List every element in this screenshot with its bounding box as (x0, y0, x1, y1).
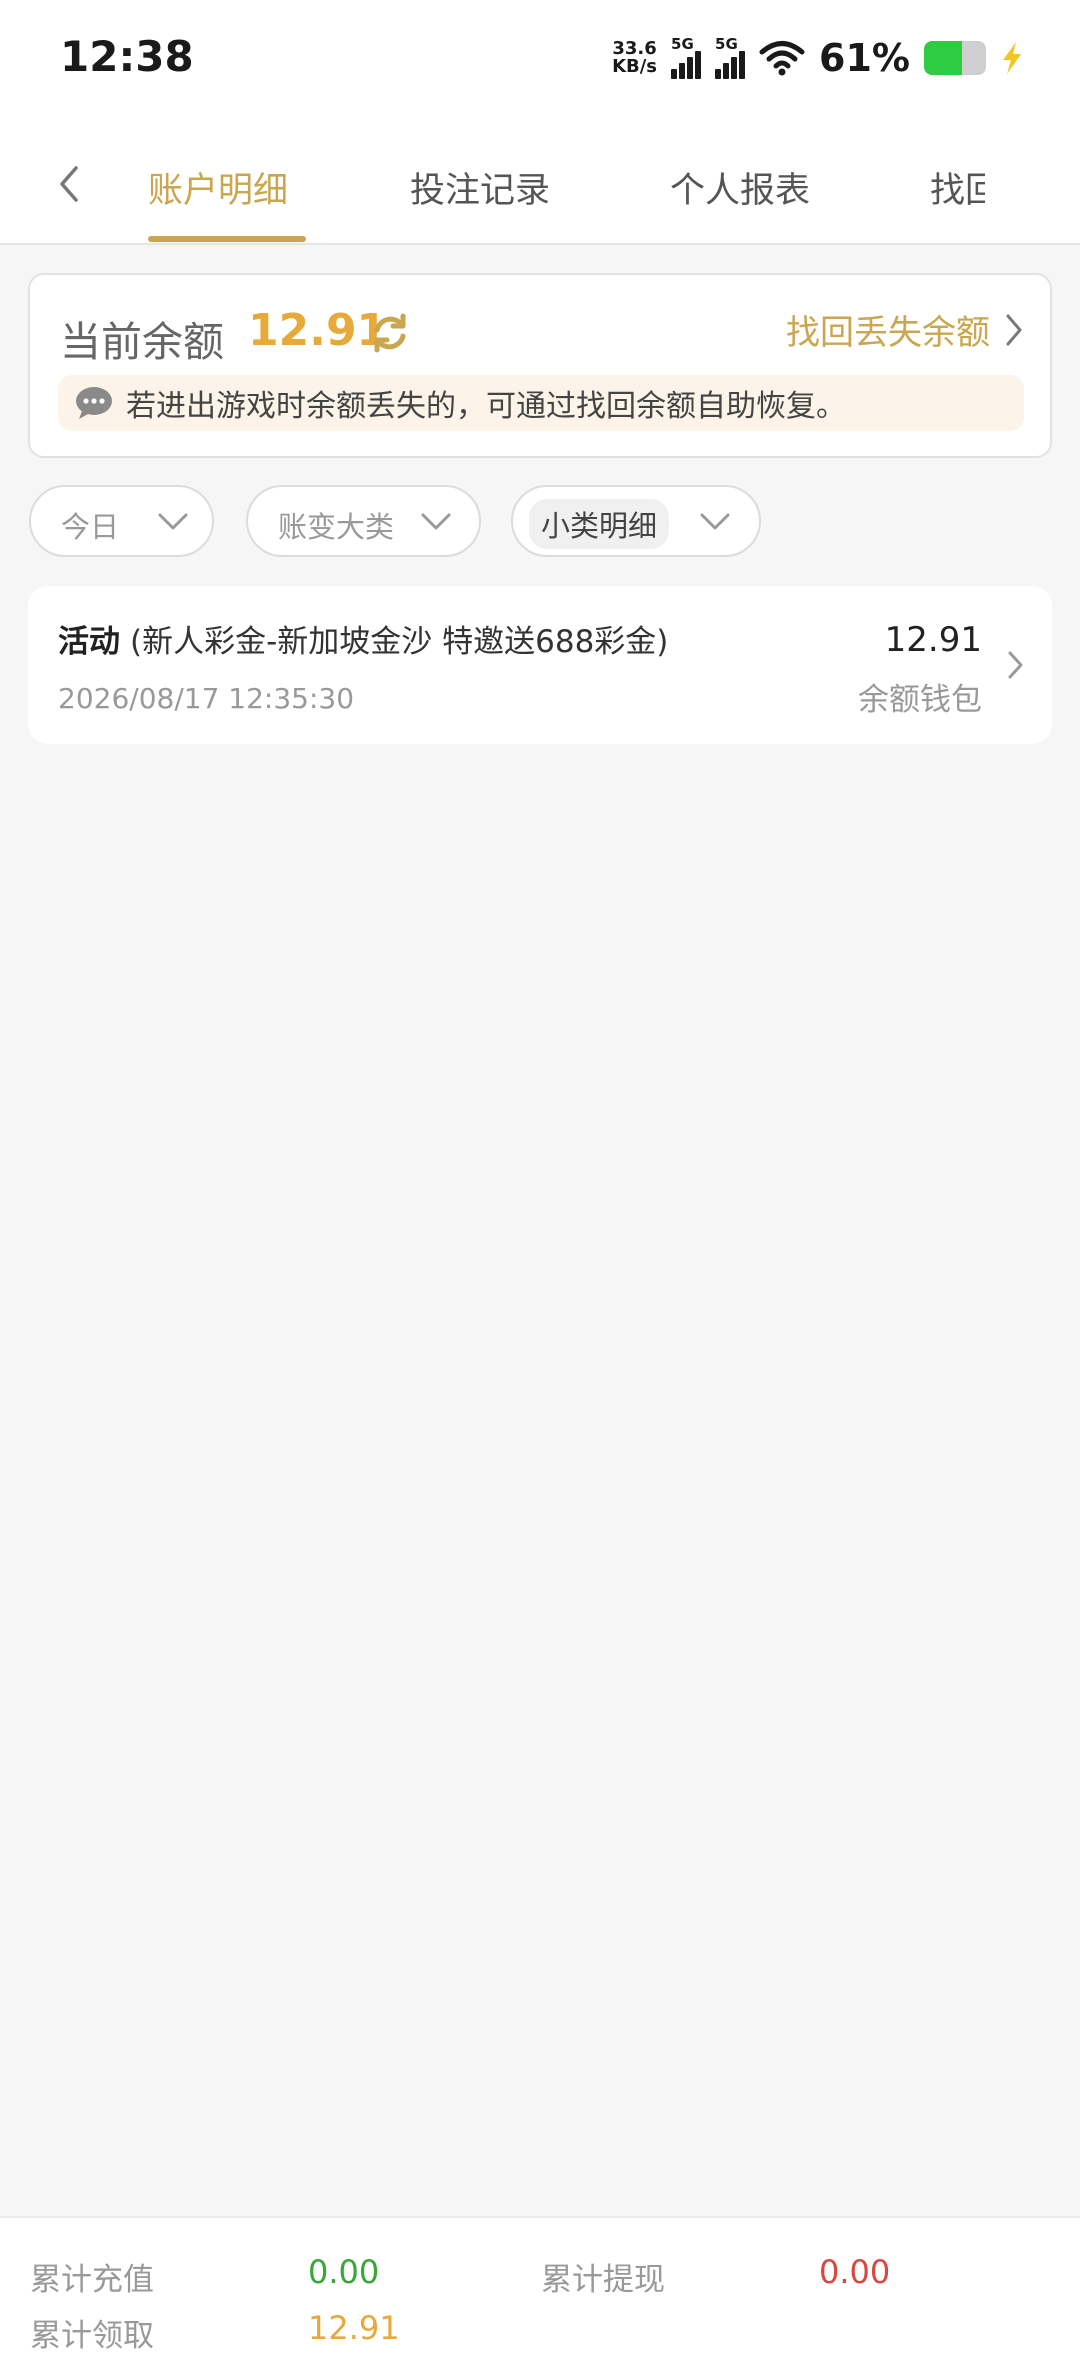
chevron-right-icon (1008, 651, 1023, 679)
transaction-time: 2026/08/17 12:35:30 (58, 682, 355, 715)
balance-label: 当前余额 (60, 318, 224, 366)
total-claimed-value: 12.91 (308, 2309, 400, 2347)
sim2-network-type: 5G (715, 35, 738, 53)
transaction-type: 活动 (58, 624, 120, 660)
total-withdraw-value: 0.00 (819, 2253, 891, 2291)
transaction-amount: 12.91 (884, 620, 982, 660)
transaction-wallet: 余额钱包 (858, 682, 982, 718)
transaction-description: (新人彩金-新加坡金沙 特邀送688彩金) (130, 624, 669, 660)
charging-bolt-icon (1003, 42, 1021, 74)
filter-category-dropdown[interactable]: 账变大类 (246, 485, 481, 557)
chevron-right-icon (1006, 314, 1022, 345)
battery-percent: 61% (819, 36, 910, 80)
status-time: 12:38 (60, 32, 194, 81)
recover-notice-text: 若进出游戏时余额丢失的，可通过找回余额自助恢复。 (126, 389, 846, 424)
network-speed-unit: KB/s (612, 56, 658, 77)
chevron-down-icon (700, 513, 730, 530)
signal-icon-sim2: 5G (715, 35, 746, 79)
account-details-page: 12:38 33.6 KB/s 5G 5G 61% 账户明细 投注记录 个人报表… (0, 0, 1080, 2376)
balance-card: 当前余额 12.91 找回丢失余额 若进出游戏时余额丢失的，可通过找回余额自助恢… (28, 273, 1052, 458)
chevron-down-icon (158, 513, 188, 530)
tab-recover-clip: 找回 (930, 162, 985, 213)
recover-notice: 若进出游戏时余额丢失的，可通过找回余额自助恢复。 (58, 375, 1024, 431)
tab-recover[interactable]: 找回 (930, 171, 985, 211)
filter-date-dropdown[interactable]: 今日 (29, 485, 214, 557)
chevron-down-icon (421, 513, 451, 530)
battery-icon (924, 41, 986, 75)
active-tab-indicator (148, 236, 306, 242)
tab-personal-report[interactable]: 个人报表 (670, 162, 810, 213)
tab-account-details[interactable]: 账户明细 (148, 162, 288, 213)
total-recharge-label: 累计充值 (30, 2262, 154, 2298)
filter-subcategory-label: 小类明细 (529, 499, 670, 549)
wifi-icon (759, 41, 805, 76)
signal-icon-sim1: 5G (671, 35, 702, 79)
sim1-network-type: 5G (671, 35, 694, 53)
top-tab-bar: 账户明细 投注记录 个人报表 找回 (0, 120, 1080, 245)
summary-footer: 累计充值 0.00 累计提现 0.00 累计领取 12.91 (0, 2216, 1080, 2376)
battery-fill (924, 41, 962, 75)
recover-balance-link[interactable]: 找回丢失余额 (786, 305, 1024, 354)
network-speed: 33.6 KB/s (612, 40, 657, 76)
back-arrow-icon[interactable] (50, 160, 90, 210)
total-recharge-value: 0.00 (308, 2253, 380, 2291)
filter-date-label: 今日 (61, 510, 120, 544)
transaction-list-item[interactable]: 活动 (新人彩金-新加坡金沙 特邀送688彩金) 2026/08/17 12:3… (28, 586, 1052, 744)
balance-value: 12.91 (248, 305, 388, 356)
filter-subcategory-dropdown[interactable]: 小类明细 (511, 485, 761, 557)
tab-bet-records[interactable]: 投注记录 (410, 162, 550, 213)
filter-category-label: 账变大类 (278, 510, 395, 544)
chat-bubble-icon (76, 387, 112, 419)
total-withdraw-label: 累计提现 (541, 2262, 665, 2298)
recover-balance-label: 找回丢失余额 (786, 313, 990, 353)
total-claimed-label: 累计领取 (30, 2318, 154, 2354)
status-bar: 12:38 33.6 KB/s 5G 5G 61% (0, 0, 1080, 120)
status-indicators: 33.6 KB/s 5G 5G 61% (612, 30, 1024, 86)
refresh-icon[interactable] (368, 311, 412, 355)
